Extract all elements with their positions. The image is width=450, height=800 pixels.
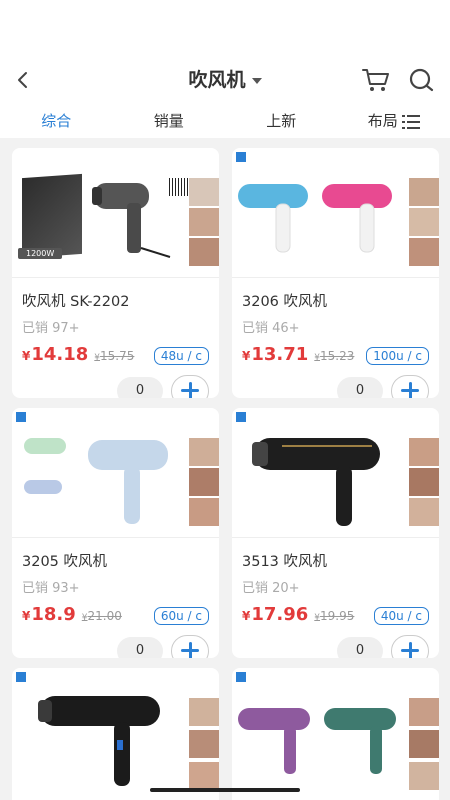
sold-count: 已销 20+ <box>242 581 300 596</box>
brand-logo <box>236 152 246 163</box>
model-thumb <box>189 730 219 758</box>
add-to-cart-button[interactable] <box>171 375 209 398</box>
product-card[interactable]: 1200W 吹风机 SK-2202 已销 97+ ¥14.18 ¥15.75 4… <box>12 148 219 398</box>
barcode <box>169 178 191 196</box>
product-card[interactable]: 3205 吹风机 已销 93+ ¥18.9 ¥21.00 60u / c 0 <box>12 408 219 658</box>
page-title: 吹风机 <box>188 69 246 91</box>
original-price: ¥15.75 <box>94 349 135 363</box>
home-indicator <box>150 788 300 792</box>
brand-logo <box>16 672 26 683</box>
dryer-image <box>24 438 168 524</box>
tab-comprehensive[interactable]: 综合 <box>0 105 113 137</box>
model-thumb <box>189 208 219 236</box>
product-card[interactable]: 3206 吹风机 已销 46+ ¥13.71 ¥15.23 100u / c 0 <box>232 148 439 398</box>
product-image <box>12 408 219 538</box>
product-image: 1200W <box>12 148 219 278</box>
model-thumb <box>409 762 439 790</box>
add-to-cart-button[interactable] <box>391 635 429 658</box>
product-name: 3206 吹风机 <box>242 294 328 310</box>
brand-logo <box>236 412 246 423</box>
tab-sales[interactable]: 销量 <box>113 105 226 137</box>
add-to-cart-button[interactable] <box>171 635 209 658</box>
list-icon <box>401 114 420 129</box>
model-thumb <box>409 468 439 496</box>
model-thumb <box>189 698 219 726</box>
quantity-field[interactable]: 0 <box>117 637 163 658</box>
model-thumb <box>409 438 439 466</box>
tab-newest[interactable]: 上新 <box>225 105 338 137</box>
dryer-image <box>38 696 160 786</box>
product-card[interactable] <box>12 668 219 800</box>
sold-count: 已销 97+ <box>22 321 80 336</box>
units-per-case: 48u / c <box>153 347 209 365</box>
model-thumb <box>189 498 219 526</box>
product-card[interactable]: 3513 吹风机 已销 20+ ¥17.96 ¥19.95 40u / c 0 <box>232 408 439 658</box>
dryer-image <box>252 438 380 526</box>
status-bar <box>0 0 450 55</box>
product-box <box>22 173 82 259</box>
model-thumb <box>409 178 439 206</box>
wattage-badge: 1200W <box>18 248 63 259</box>
caret-down-icon <box>251 77 262 84</box>
cart-icon <box>362 69 389 91</box>
brand-logo <box>16 412 26 423</box>
model-thumb <box>189 178 219 206</box>
product-name: 吹风机 SK-2202 <box>22 294 130 310</box>
search-button[interactable] <box>406 64 438 96</box>
price: ¥18.9 <box>22 604 76 625</box>
product-name: 3205 吹风机 <box>22 554 108 570</box>
model-thumb <box>409 698 439 726</box>
model-thumb <box>189 762 219 790</box>
quantity-field[interactable]: 0 <box>337 377 383 398</box>
product-grid: 1200W 吹风机 SK-2202 已销 97+ ¥14.18 ¥15.75 4… <box>0 138 450 800</box>
price: ¥14.18 <box>22 344 89 365</box>
product-image <box>232 668 439 800</box>
product-image <box>232 148 439 278</box>
sold-count: 已销 46+ <box>242 321 300 336</box>
original-price: ¥21.00 <box>81 609 122 623</box>
model-thumb <box>189 238 219 266</box>
model-thumb <box>409 498 439 526</box>
product-card[interactable] <box>232 668 439 800</box>
search-icon <box>409 68 434 92</box>
product-image <box>12 668 219 800</box>
model-thumb <box>189 438 219 466</box>
dryer-image <box>238 184 392 253</box>
sold-count: 已销 93+ <box>22 581 80 596</box>
cart-button[interactable] <box>360 64 392 96</box>
top-nav-bar: 吹风机 <box>0 55 450 105</box>
tab-layout-label: 布局 <box>367 112 398 130</box>
add-to-cart-button[interactable] <box>391 375 429 398</box>
price: ¥13.71 <box>242 344 309 365</box>
sort-tabs: 综合 销量 上新 布局 <box>0 105 450 137</box>
original-price: ¥19.95 <box>314 609 355 623</box>
product-name: 3513 吹风机 <box>242 554 328 570</box>
model-thumb <box>189 468 219 496</box>
units-per-case: 60u / c <box>153 607 209 625</box>
original-price: ¥15.23 <box>314 349 355 363</box>
units-per-case: 40u / c <box>373 607 429 625</box>
brand-logo <box>236 672 246 683</box>
model-thumb <box>409 208 439 236</box>
product-image <box>232 408 439 538</box>
quantity-field[interactable]: 0 <box>117 377 163 398</box>
units-per-case: 100u / c <box>366 347 429 365</box>
dryer-image <box>238 708 396 774</box>
tab-layout[interactable]: 布局 <box>338 105 450 137</box>
model-thumb <box>409 238 439 266</box>
quantity-field[interactable]: 0 <box>337 637 383 658</box>
price: ¥17.96 <box>242 604 309 625</box>
model-thumb <box>409 730 439 758</box>
